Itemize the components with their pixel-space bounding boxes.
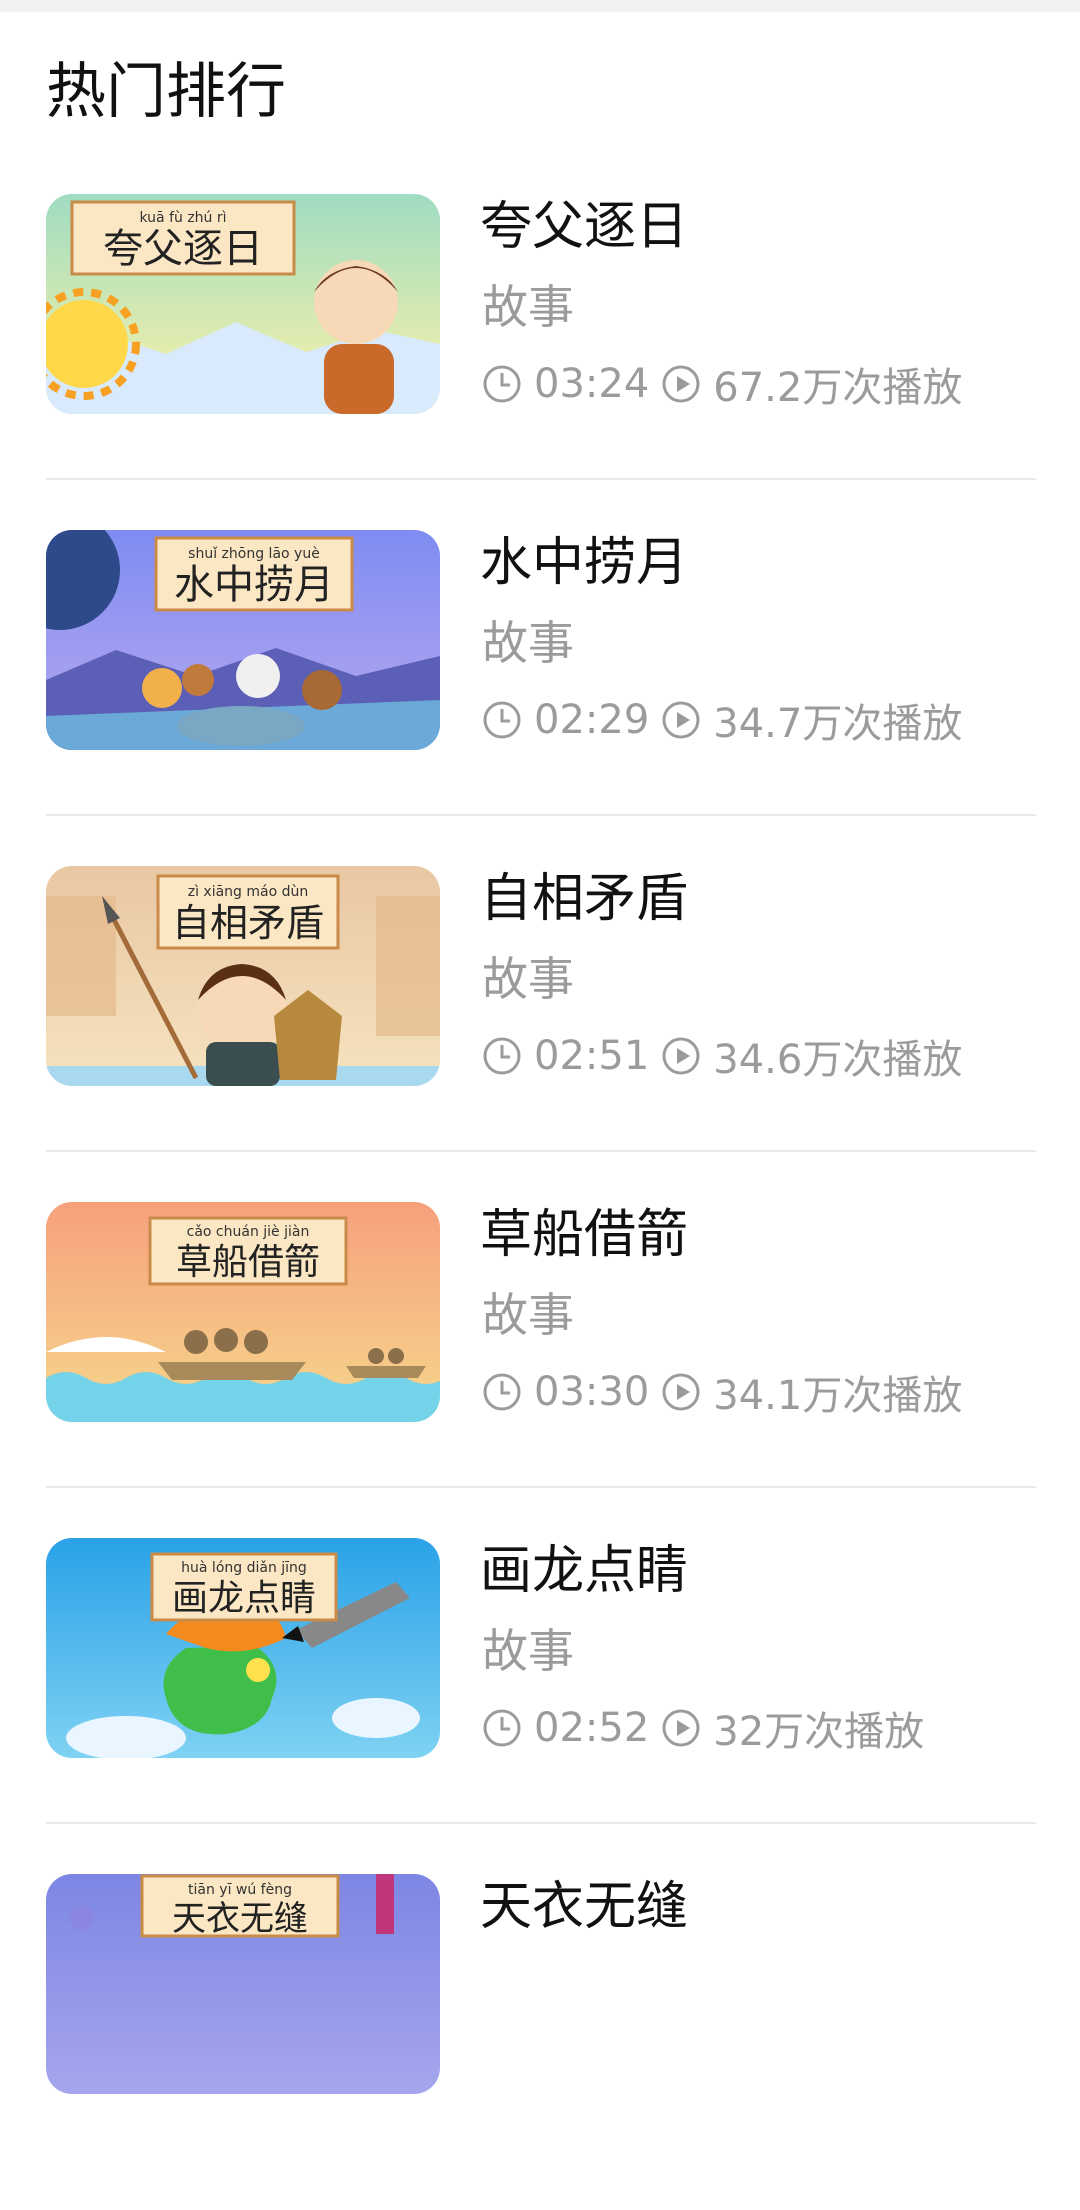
list-item[interactable]: zì xiāng máo dùn 自相矛盾 自相矛盾 故事 02:51 34.6… (0, 866, 1080, 1202)
clock-icon (482, 1708, 522, 1748)
thumb-pinyin: huà lóng diǎn jīng (181, 1560, 307, 1576)
item-meta: 03:24 67.2万次播放 (482, 358, 963, 411)
item-title[interactable]: 自相矛盾 (480, 868, 688, 930)
item-meta: 02:52 32万次播放 (482, 1702, 925, 1755)
duration-text: 02:29 (534, 697, 650, 743)
play-count-text: 32万次播放 (713, 1709, 925, 1755)
play-circle-icon (661, 1036, 701, 1076)
play-count-text: 67.2万次播放 (713, 365, 963, 411)
divider (46, 1822, 1036, 1824)
divider (46, 478, 1036, 480)
list-item[interactable]: huà lóng diǎn jīng 画龙点睛 画龙点睛 故事 02:52 32… (0, 1538, 1080, 1874)
thumbnail[interactable]: zì xiāng máo dùn 自相矛盾 (46, 866, 440, 1086)
thumb-title: 水中捞月 (174, 562, 334, 608)
divider (46, 814, 1036, 816)
item-category: 故事 (482, 280, 574, 334)
list-item[interactable]: tiān yī wú fèng 天衣无缝 天衣无缝 (0, 1874, 1080, 2210)
thumbnail[interactable]: huà lóng diǎn jīng 画龙点睛 (46, 1538, 440, 1758)
list-item[interactable]: cǎo chuán jiè jiàn 草船借箭 草船借箭 故事 03:30 34… (0, 1202, 1080, 1538)
divider (46, 1150, 1036, 1152)
divider (46, 1486, 1036, 1488)
item-category: 故事 (482, 952, 574, 1006)
top-strip (0, 0, 1080, 12)
item-category: 故事 (482, 1288, 574, 1342)
play-count-text: 34.6万次播放 (713, 1037, 963, 1083)
clock-icon (482, 1036, 522, 1076)
play-circle-icon (661, 1372, 701, 1412)
duration-text: 03:30 (534, 1369, 650, 1415)
item-category: 故事 (482, 616, 574, 670)
play-circle-icon (661, 700, 701, 740)
duration-text: 02:51 (534, 1033, 650, 1079)
item-meta: 03:30 34.1万次播放 (482, 1366, 963, 1419)
thumb-pinyin: shuǐ zhōng lāo yuè (188, 546, 320, 562)
thumbnail[interactable]: cǎo chuán jiè jiàn 草船借箭 (46, 1202, 440, 1422)
list-item[interactable]: shuǐ zhōng lāo yuè 水中捞月 水中捞月 故事 02:29 34… (0, 530, 1080, 866)
thumb-title: 草船借箭 (176, 1242, 320, 1283)
item-title[interactable]: 画龙点睛 (480, 1540, 688, 1602)
thumb-title: 自相矛盾 (172, 901, 324, 945)
item-category: 故事 (482, 1624, 574, 1678)
thumb-title: 夸父逐日 (103, 226, 263, 272)
thumb-title: 画龙点睛 (172, 1578, 316, 1619)
item-meta: 02:29 34.7万次播放 (482, 694, 963, 747)
play-circle-icon (661, 364, 701, 404)
thumb-pinyin: kuā fù zhú rì (139, 210, 226, 226)
clock-icon (482, 364, 522, 404)
thumb-pinyin: cǎo chuán jiè jiàn (187, 1224, 310, 1240)
thumb-pinyin: tiān yī wú fèng (188, 1882, 292, 1898)
duration-text: 03:24 (534, 361, 650, 407)
play-count-text: 34.7万次播放 (713, 701, 963, 747)
thumb-pinyin: zì xiāng máo dùn (188, 884, 309, 900)
item-title[interactable]: 草船借箭 (480, 1204, 688, 1266)
duration-text: 02:52 (534, 1705, 650, 1751)
item-title[interactable]: 夸父逐日 (480, 196, 688, 258)
thumbnail[interactable]: shuǐ zhōng lāo yuè 水中捞月 (46, 530, 440, 750)
thumbnail[interactable]: tiān yī wú fèng 天衣无缝 (46, 1874, 440, 2094)
clock-icon (482, 1372, 522, 1412)
clock-icon (482, 700, 522, 740)
list-item[interactable]: kuā fù zhú rì 夸父逐日 夸父逐日 故事 03:24 67.2万次播… (0, 194, 1080, 530)
item-meta: 02:51 34.6万次播放 (482, 1030, 963, 1083)
item-title[interactable]: 水中捞月 (480, 532, 688, 594)
thumbnail[interactable]: kuā fù zhú rì 夸父逐日 (46, 194, 440, 414)
play-count-text: 34.1万次播放 (713, 1373, 963, 1419)
play-circle-icon (661, 1708, 701, 1748)
item-title[interactable]: 天衣无缝 (480, 1876, 688, 1938)
thumb-title: 天衣无缝 (172, 1899, 308, 1939)
section-title: 热门排行 (46, 57, 286, 127)
